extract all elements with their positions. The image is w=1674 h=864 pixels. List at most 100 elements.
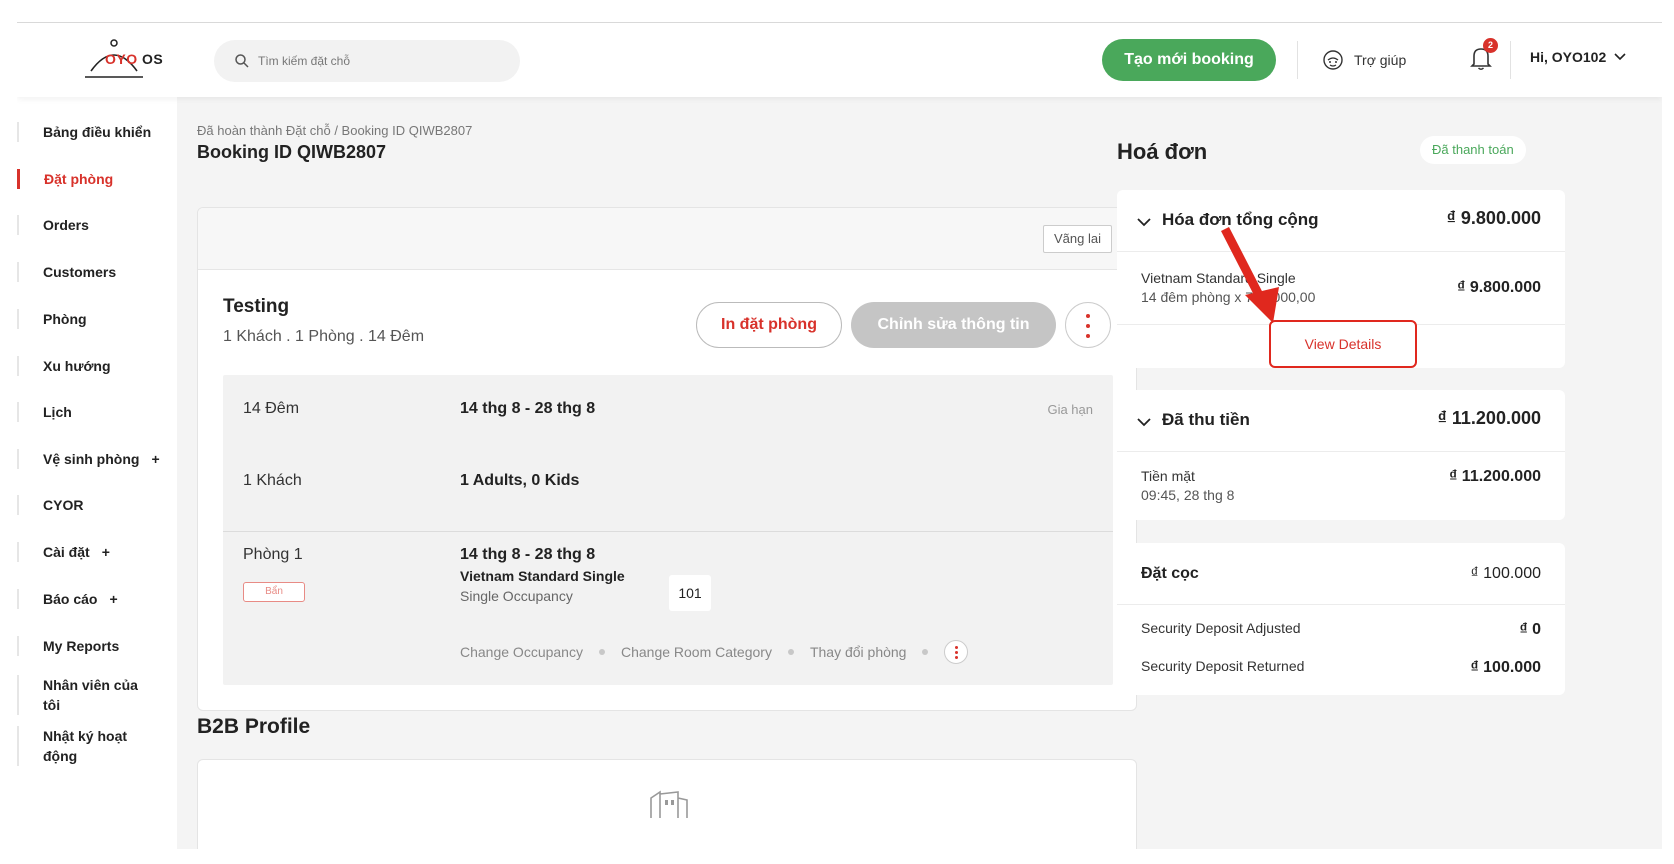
sidebar-item-reports[interactable]: Báo cáo + <box>17 589 177 609</box>
sidebar-item-label: Phòng <box>43 311 87 327</box>
sidebar-item-label: Orders <box>43 217 89 233</box>
header-divider <box>1510 41 1511 79</box>
nights-value: 14 thg 8 - 28 thg 8 <box>460 400 596 417</box>
sidebar-item-rooms[interactable]: Phòng <box>17 309 177 329</box>
sidebar-item-activity-log[interactable]: Nhật ký hoạt động <box>17 726 147 766</box>
search-icon <box>235 54 249 68</box>
sidebar-item-label: CYOR <box>43 497 84 513</box>
collected-header[interactable]: Đã thu tiền ₫ 11.200.000 <box>1117 390 1565 452</box>
deposit-returned-label: Security Deposit Returned <box>1141 658 1305 674</box>
building-icon <box>650 790 688 818</box>
sidebar-item-my-staff[interactable]: Nhân viên của tôi <box>17 675 147 715</box>
room-label: Phòng 1 <box>243 546 303 563</box>
sidebar-item-trends[interactable]: Xu hướng <box>17 356 177 376</box>
room-occupancy: Single Occupancy <box>460 588 573 604</box>
sidebar-item-customers[interactable]: Customers <box>17 262 177 282</box>
booking-card-header: Vãng lai <box>198 208 1136 270</box>
sidebar-item-cyor[interactable]: CYOR <box>17 495 177 515</box>
room-status-badge: Bẩn <box>243 582 305 602</box>
payment-time: 09:45, 28 thg 8 <box>1141 487 1235 503</box>
room-actions: Change Occupancy Change Room Category Th… <box>460 640 969 664</box>
help-link[interactable]: Trợ giúp <box>1322 48 1406 72</box>
sidebar-item-label: Vệ sinh phòng <box>43 451 140 467</box>
change-room-link[interactable]: Thay đổi phòng <box>810 644 907 660</box>
collected-label: Đã thu tiền <box>1162 410 1250 429</box>
new-booking-button[interactable]: Tạo mới booking <box>1102 39 1276 81</box>
guest-summary: 1 Khách . 1 Phòng . 14 Đêm <box>223 328 425 345</box>
app-window: OYO OS Tạo mới booking Trợ giúp 2 <box>17 23 1662 849</box>
total-invoice-header[interactable]: Hóa đơn tổng cộng ₫ 9.800.000 <box>1117 190 1565 252</box>
room-dates: 14 thg 8 - 28 thg 8 <box>460 546 596 563</box>
booking-card: Vãng lai Testing 1 Khách . 1 Phòng . 14 … <box>197 207 1137 711</box>
main-content: Đã hoàn thành Đặt chỗ / Booking ID QIWB2… <box>177 97 1137 849</box>
sidebar-item-label: My Reports <box>43 638 120 654</box>
change-room-category-link[interactable]: Change Room Category <box>621 644 772 660</box>
sidebar-item-label: Xu hướng <box>43 358 111 374</box>
sidebar-item-calendar[interactable]: Lịch <box>17 402 177 422</box>
sidebar-item-label: Lịch <box>43 404 72 420</box>
deposit-header: Đặt cọc ₫ 100.000 <box>1117 543 1565 605</box>
search-input[interactable] <box>258 50 498 72</box>
nights-label: 14 Đêm <box>243 400 300 417</box>
user-label: Hi, OYO102 <box>1530 49 1607 65</box>
payment-amount: ₫ 11.200.000 <box>1449 468 1541 485</box>
sidebar-item-label: Bảng điều khiển <box>43 124 152 140</box>
total-invoice-panel: Hóa đơn tổng cộng ₫ 9.800.000 Vietnam St… <box>1117 190 1565 368</box>
edit-info-button[interactable]: Chỉnh sửa thông tin <box>851 302 1056 348</box>
logo-suffix: OS <box>142 51 164 67</box>
view-details-button[interactable]: View Details <box>1269 320 1417 368</box>
change-occupancy-link[interactable]: Change Occupancy <box>460 644 583 660</box>
top-header: OYO OS Tạo mới booking Trợ giúp 2 <box>17 23 1662 97</box>
payment-status-badge: Đã thanh toán <box>1420 136 1526 164</box>
room-number: 101 <box>669 575 711 611</box>
sidebar-item-label: Báo cáo <box>43 591 98 607</box>
search-bar[interactable] <box>214 40 520 82</box>
deposit-returned-amount: ₫ 100.000 <box>1470 659 1542 676</box>
deposit-panel: Đặt cọc ₫ 100.000 Security Deposit Adjus… <box>1117 543 1565 695</box>
action-separator <box>922 649 929 655</box>
user-menu[interactable]: Hi, OYO102 <box>1530 49 1626 65</box>
sidebar-item-label: Cài đặt <box>43 544 90 560</box>
total-invoice-amount: ₫ 9.800.000 <box>1446 208 1541 228</box>
print-booking-button[interactable]: In đặt phòng <box>696 302 842 348</box>
chevron-down-icon <box>1614 53 1626 61</box>
logo-brand: OYO <box>105 51 138 67</box>
extend-link[interactable]: Gia hạn <box>1047 402 1093 417</box>
guests-label: 1 Khách <box>243 472 302 489</box>
sidebar: Bảng điều khiển Đặt phòng Orders Custome… <box>17 97 177 849</box>
room-category: Vietnam Standard Single <box>460 568 625 584</box>
line-item-amount: ₫ 9.800.000 <box>1457 279 1541 296</box>
sidebar-item-settings[interactable]: Cài đặt + <box>17 542 177 562</box>
collected-amount: ₫ 11.200.000 <box>1437 408 1541 428</box>
walkin-tag: Vãng lai <box>1043 225 1112 253</box>
chevron-down-icon <box>1137 418 1151 427</box>
sidebar-item-housekeeping[interactable]: Vệ sinh phòng + <box>17 449 177 469</box>
expand-plus-icon[interactable]: + <box>109 589 117 609</box>
b2b-profile-title: B2B Profile <box>197 715 311 738</box>
sidebar-item-my-reports[interactable]: My Reports <box>17 636 177 656</box>
payment-method: Tiền mặt <box>1141 468 1195 484</box>
sidebar-item-bookings[interactable]: Đặt phòng <box>17 169 177 189</box>
sidebar-item-orders[interactable]: Orders <box>17 215 177 235</box>
booking-details-panel: 14 Đêm 14 thg 8 - 28 thg 8 Gia hạn 1 Khá… <box>223 375 1113 685</box>
sidebar-item-label: Nhân viên của tôi <box>43 677 138 713</box>
b2b-profile-card <box>197 759 1137 849</box>
header-divider <box>1297 41 1298 79</box>
deposit-amount: ₫ 100.000 <box>1470 565 1542 582</box>
expand-plus-icon[interactable]: + <box>102 542 110 562</box>
action-separator <box>598 649 605 655</box>
breadcrumb[interactable]: Đã hoàn thành Đặt chỗ / Booking ID QIWB2… <box>197 123 472 138</box>
help-label: Trợ giúp <box>1354 52 1407 68</box>
room-more-options-button[interactable] <box>944 640 969 664</box>
guests-value: 1 Adults, 0 Kids <box>460 472 580 489</box>
support-icon <box>1323 50 1343 70</box>
invoice-title: Hoá đơn <box>1117 139 1208 164</box>
expand-plus-icon[interactable]: + <box>151 449 159 469</box>
sidebar-item-dashboard[interactable]: Bảng điều khiển <box>17 122 177 142</box>
annotation-arrow <box>1220 226 1279 323</box>
details-divider <box>223 531 1113 532</box>
notification-badge: 2 <box>1483 38 1498 53</box>
guest-name: Testing <box>223 296 290 317</box>
more-options-button[interactable] <box>1065 302 1111 348</box>
logo-text: OYO OS <box>105 51 163 67</box>
